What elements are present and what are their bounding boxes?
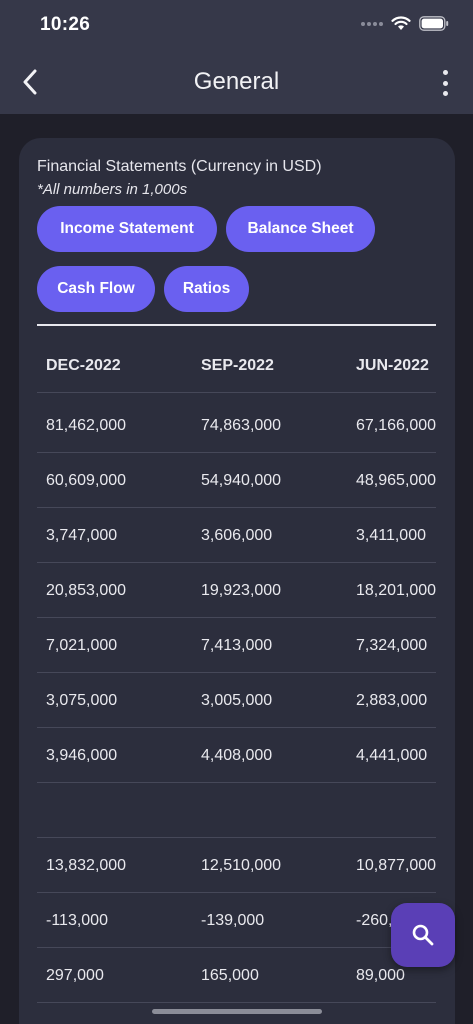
table-cell: 74,863,000 <box>201 417 282 434</box>
table-row: 20,853,000 19,923,000 18,201,000 <box>37 563 436 618</box>
status-bar: 10:26 <box>0 0 473 52</box>
table-header-row: DEC-2022 SEP-2022 JUN-2022 <box>37 338 436 393</box>
table-cell: 2,883,000 <box>356 692 428 709</box>
table-cell: 3,411,000 <box>356 527 426 544</box>
table-row: 3,075,000 3,005,000 2,883,000 <box>37 673 436 728</box>
table-row: -113,000 -139,000 -260,000 <box>37 893 436 948</box>
table-cell: -113,000 <box>46 912 108 929</box>
table-cell: 3,005,000 <box>201 692 273 709</box>
table-cell: 67,166,000 <box>356 417 436 434</box>
column-header: JUN-2022 <box>356 357 429 374</box>
home-indicator <box>152 1009 322 1014</box>
table-row: 297,000 165,000 89,000 <box>37 948 436 1003</box>
more-vertical-icon <box>442 70 448 75</box>
card-title: Financial Statements (Currency in USD) <box>37 158 322 175</box>
financial-statements-card: Financial Statements (Currency in USD) *… <box>19 138 455 1024</box>
table-row: 60,609,000 54,940,000 48,965,000 <box>37 453 436 508</box>
table-cell: 297,000 <box>46 967 104 984</box>
battery-icon <box>419 16 449 31</box>
table-row: 81,462,000 74,863,000 67,166,000 <box>37 398 436 453</box>
table-cell: 165,000 <box>201 967 259 984</box>
table-cell: 7,324,000 <box>356 637 428 654</box>
table-cell: 60,609,000 <box>46 472 127 489</box>
table-cell: 18,201,000 <box>356 582 436 599</box>
financial-table[interactable]: DEC-2022 SEP-2022 JUN-2022 81,462,000 74,… <box>37 338 436 1024</box>
card-subtitle: *All numbers in 1,000s <box>37 181 188 198</box>
chip-cash-flow[interactable]: Cash Flow <box>37 266 155 312</box>
chip-income-statement[interactable]: Income Statement <box>37 206 217 252</box>
table-row <box>37 783 436 838</box>
search-button[interactable] <box>391 903 455 967</box>
table-cell: 7,413,000 <box>201 637 273 654</box>
table-cell: 12,510,000 <box>201 857 282 874</box>
table-cell: 7,021,000 <box>46 637 118 654</box>
table-cell: 48,965,000 <box>356 472 436 489</box>
table-row: 13,832,000 12,510,000 10,877,000 <box>37 838 436 893</box>
table-row: 3,946,000 4,408,000 4,441,000 <box>37 728 436 783</box>
table-cell: 13,832,000 <box>46 857 127 874</box>
table-cell: 3,606,000 <box>201 527 273 544</box>
chip-ratios[interactable]: Ratios <box>164 266 249 312</box>
table-cell: -139,000 <box>201 912 265 929</box>
column-header: SEP-2022 <box>201 357 274 374</box>
status-time: 10:26 <box>40 14 91 35</box>
table-cell: 20,853,000 <box>46 582 127 599</box>
column-header: DEC-2022 <box>46 357 121 374</box>
table-cell: 3,946,000 <box>46 747 118 764</box>
cellular-signal-icon <box>361 21 383 26</box>
table-cell: 81,462,000 <box>46 417 127 434</box>
chip-balance-sheet[interactable]: Balance Sheet <box>226 206 375 252</box>
app-header: General <box>0 52 473 114</box>
search-icon <box>412 924 434 946</box>
table-cell: 19,923,000 <box>201 582 282 599</box>
table-row: 3,747,000 3,606,000 3,411,000 <box>37 508 436 563</box>
table-cell: 3,075,000 <box>46 692 118 709</box>
table-cell: 3,747,000 <box>46 527 118 544</box>
wifi-icon <box>391 16 411 30</box>
table-cell: 4,441,000 <box>356 747 428 764</box>
table-row: 7,021,000 7,413,000 7,324,000 <box>37 618 436 673</box>
divider <box>37 324 436 326</box>
status-icons <box>361 16 449 31</box>
page-title: General <box>193 68 280 95</box>
table-cell: 10,877,000 <box>356 857 436 874</box>
table-cell: 4,408,000 <box>201 747 273 764</box>
table-cell: 54,940,000 <box>201 472 282 489</box>
more-options-button[interactable] <box>439 70 451 96</box>
